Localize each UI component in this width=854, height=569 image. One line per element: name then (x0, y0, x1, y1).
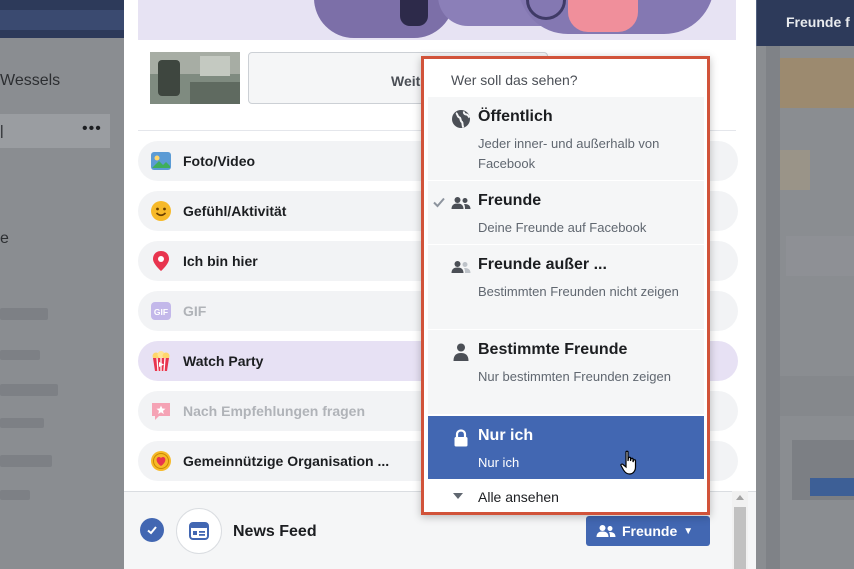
audience-option-title: Bestimmte Freunde (478, 341, 628, 358)
audience-option-friends-except[interactable]: Freunde außer ... Bestimmten Freunden ni… (428, 245, 704, 330)
see-all-label: Alle ansehen (478, 489, 559, 505)
background-blurred-photo (786, 236, 854, 276)
audience-option-description: Nur ich (478, 455, 520, 470)
friends-except-icon (451, 257, 471, 277)
caret-down-icon (453, 493, 463, 499)
popcorn-icon (150, 350, 172, 372)
background-page-right: Freunde f (756, 0, 854, 569)
background-blurred-photo (780, 376, 854, 416)
audience-option-description: Nur bestimmten Freunden zeigen (478, 369, 671, 384)
background-right-topbar: Freunde f (756, 0, 854, 46)
background-profile-name: Wessels (0, 72, 61, 89)
lock-icon (451, 428, 471, 448)
checkmark-icon (147, 526, 157, 535)
audience-dropdown-header: Wer soll das sehen? (451, 72, 578, 88)
background-blurred-text (0, 308, 48, 320)
gif-icon: GIF (150, 300, 172, 322)
background-list-row: | ••• (0, 114, 110, 148)
background-blurred-photo (780, 58, 854, 108)
svg-text:GIF: GIF (154, 307, 168, 317)
star-bubble-icon (150, 400, 172, 422)
audience-option-description: Jeder inner- und außerhalb von Facebook (478, 136, 660, 171)
option-label: Gemeinnützige Organisation ... (183, 453, 390, 469)
option-label: Gefühl/Aktivität (183, 203, 287, 219)
donation-heart-icon (150, 450, 172, 472)
globe-icon (451, 109, 471, 129)
audience-option-title: Öffentlich (478, 108, 553, 125)
audience-option-title: Freunde (478, 192, 542, 209)
audience-option-public[interactable]: Öffentlich Jeder inner- und außerhalb vo… (428, 97, 704, 181)
background-blurred-text (0, 350, 40, 360)
audience-button[interactable]: Freunde ▼ (586, 516, 710, 546)
background-more-icon: ••• (82, 120, 102, 137)
background-blurred-button (810, 478, 854, 496)
audience-option-description: Bestimmten Freunden nicht zeigen (478, 284, 679, 299)
background-column (766, 46, 780, 569)
background-blurred-text (0, 490, 30, 500)
background-blurred-text (0, 455, 52, 467)
background-blurred-text (0, 384, 58, 396)
option-label: Foto/Video (183, 153, 256, 169)
background-page-left: Wessels | ••• e (0, 0, 124, 569)
background-blurred-text (0, 418, 44, 428)
friends-icon (451, 193, 471, 213)
background-blurred-photo (780, 150, 810, 190)
audience-option-title: Freunde außer ... (478, 256, 607, 273)
composer-scrollbar[interactable] (732, 491, 748, 569)
background-nav-friends: Freunde f (786, 14, 850, 30)
audience-option-specific-friends[interactable]: Bestimmte Freunde Nur bestimmten Freunde… (428, 330, 704, 415)
checkmark-icon (433, 197, 445, 208)
background-text-fragment: e (0, 230, 9, 247)
smiley-icon (150, 200, 172, 222)
news-feed-label: News Feed (233, 523, 317, 540)
audience-option-only-me[interactable]: Nur ich Nur ich (428, 416, 704, 480)
news-feed-checkbox[interactable] (140, 518, 164, 542)
option-label: Watch Party (183, 353, 264, 369)
caret-down-icon: ▼ (683, 525, 694, 537)
news-feed-icon (189, 522, 209, 540)
composer-illustration (138, 0, 736, 40)
audience-option-description: Deine Freunde auf Facebook (478, 220, 647, 235)
friends-icon (596, 525, 616, 537)
audience-option-friends[interactable]: Freunde Deine Freunde auf Facebook (428, 181, 704, 245)
hand-pointer-icon (620, 450, 637, 475)
option-label: Nach Empfehlungen fragen (183, 403, 366, 419)
audience-dropdown: Wer soll das sehen? Öffentlich Jeder inn… (421, 56, 710, 515)
audience-button-label: Freunde (622, 523, 678, 539)
preview-thumbnail[interactable] (150, 52, 240, 104)
see-all-button[interactable]: Alle ansehen (428, 482, 704, 512)
background-row-marker: | (0, 122, 4, 138)
person-icon (451, 342, 471, 362)
audience-option-title: Nur ich (478, 427, 534, 444)
news-feed-avatar (176, 508, 222, 554)
photo-icon (150, 150, 172, 172)
option-label: Ich bin hier (183, 253, 258, 269)
location-pin-icon (150, 250, 172, 272)
background-topbar (0, 0, 124, 38)
option-label: GIF (183, 303, 207, 319)
